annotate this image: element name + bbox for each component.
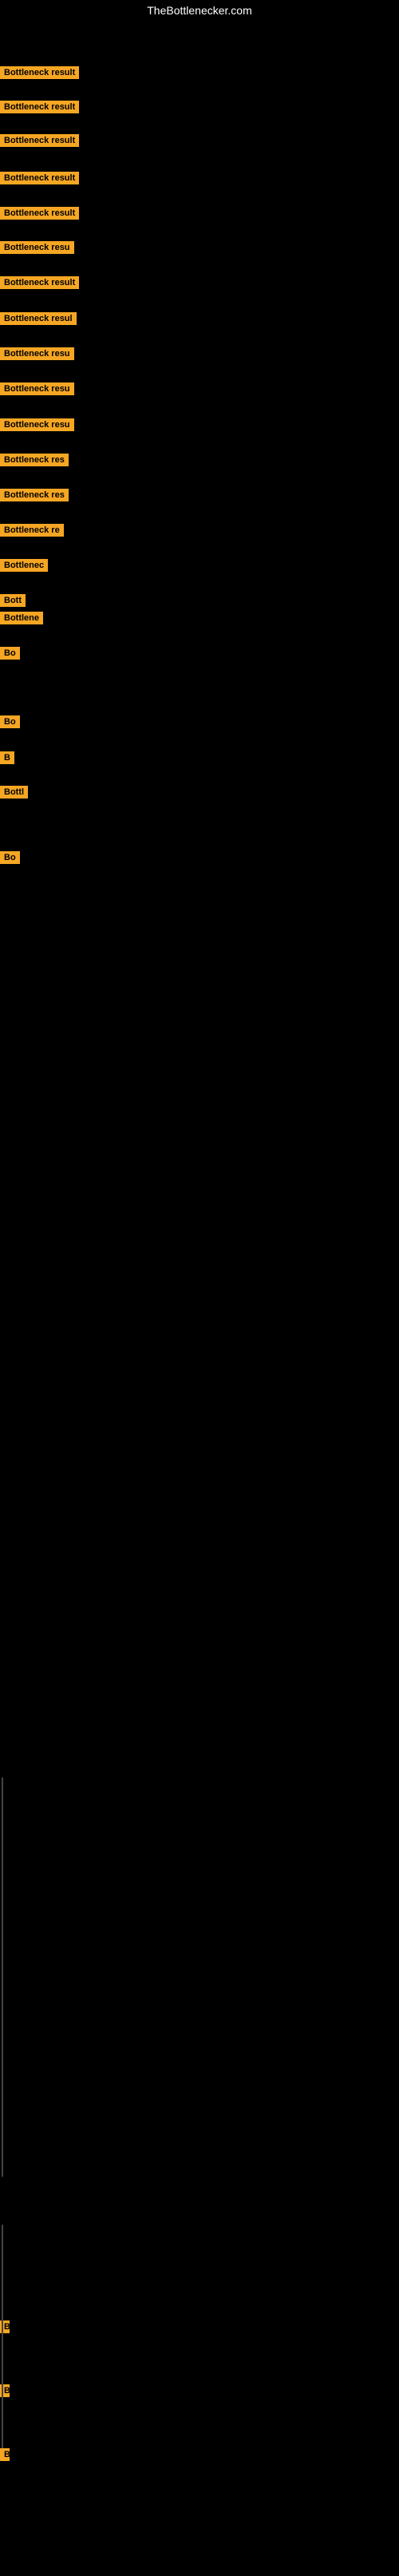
bottleneck-result-15: Bottlenec bbox=[0, 559, 48, 576]
bottleneck-result-18: Bo bbox=[0, 647, 20, 664]
bottleneck-result-12: Bottleneck res bbox=[0, 454, 69, 470]
bottleneck-result-3: Bottleneck result bbox=[0, 134, 79, 151]
bottleneck-badge-5: Bottleneck result bbox=[0, 207, 79, 220]
bottleneck-result-1: Bottleneck result bbox=[0, 66, 79, 83]
bottleneck-result-6: Bottleneck resu bbox=[0, 241, 74, 258]
bottleneck-result-4: Bottleneck result bbox=[0, 172, 79, 188]
bottleneck-badge-1: Bottleneck result bbox=[0, 66, 79, 79]
bottleneck-badge-16: Bott bbox=[0, 594, 26, 607]
bottleneck-result-5: Bottleneck result bbox=[0, 207, 79, 224]
bottleneck-badge-15: Bottlenec bbox=[0, 559, 48, 572]
bottleneck-badge-7: Bottleneck result bbox=[0, 276, 79, 289]
bottleneck-badge-19: Bo bbox=[0, 715, 20, 728]
bottleneck-badge-14: Bottleneck re bbox=[0, 524, 64, 537]
site-title: TheBottlenecker.com bbox=[0, 0, 399, 21]
bottleneck-result-14: Bottleneck re bbox=[0, 524, 64, 541]
bottleneck-badge-11: Bottleneck resu bbox=[0, 418, 74, 431]
bottleneck-result-22: Bo bbox=[0, 851, 20, 868]
bottleneck-result-19: Bo bbox=[0, 715, 20, 732]
bottleneck-badge-20: B bbox=[0, 751, 14, 764]
bottleneck-result-9: Bottleneck resu bbox=[0, 347, 74, 364]
bottleneck-badge-4: Bottleneck result bbox=[0, 172, 79, 184]
bottleneck-badge-6: Bottleneck resu bbox=[0, 241, 74, 254]
vertical-line-1 bbox=[2, 1777, 3, 2177]
bottleneck-result-8: Bottleneck resul bbox=[0, 312, 77, 329]
bottleneck-badge-10: Bottleneck resu bbox=[0, 382, 74, 395]
bottleneck-badge-13: Bottleneck res bbox=[0, 489, 69, 501]
bottleneck-badge-22: Bo bbox=[0, 851, 20, 864]
bottleneck-badge-21: Bottl bbox=[0, 786, 28, 799]
bottleneck-result-17: Bottlene bbox=[0, 612, 43, 628]
bottleneck-badge-12: Bottleneck res bbox=[0, 454, 69, 466]
bottleneck-result-11: Bottleneck resu bbox=[0, 418, 74, 435]
bottleneck-badge-25: B bbox=[0, 2448, 10, 2461]
bottleneck-result-7: Bottleneck result bbox=[0, 276, 79, 293]
bottleneck-badge-8: Bottleneck resul bbox=[0, 312, 77, 325]
bottleneck-result-13: Bottleneck res bbox=[0, 489, 69, 505]
bottleneck-badge-17: Bottlene bbox=[0, 612, 43, 624]
bottleneck-result-25: B bbox=[0, 2448, 10, 2465]
bottleneck-badge-3: Bottleneck result bbox=[0, 134, 79, 147]
bottleneck-result-21: Bottl bbox=[0, 786, 28, 803]
vertical-line-2 bbox=[2, 2225, 3, 2448]
bottleneck-badge-9: Bottleneck resu bbox=[0, 347, 74, 360]
bottleneck-badge-2: Bottleneck result bbox=[0, 101, 79, 113]
bottleneck-badge-18: Bo bbox=[0, 647, 20, 660]
bottleneck-result-16: Bott bbox=[0, 594, 26, 611]
bottleneck-result-20: B bbox=[0, 751, 14, 768]
bottleneck-result-2: Bottleneck result bbox=[0, 101, 79, 117]
bottleneck-result-10: Bottleneck resu bbox=[0, 382, 74, 399]
